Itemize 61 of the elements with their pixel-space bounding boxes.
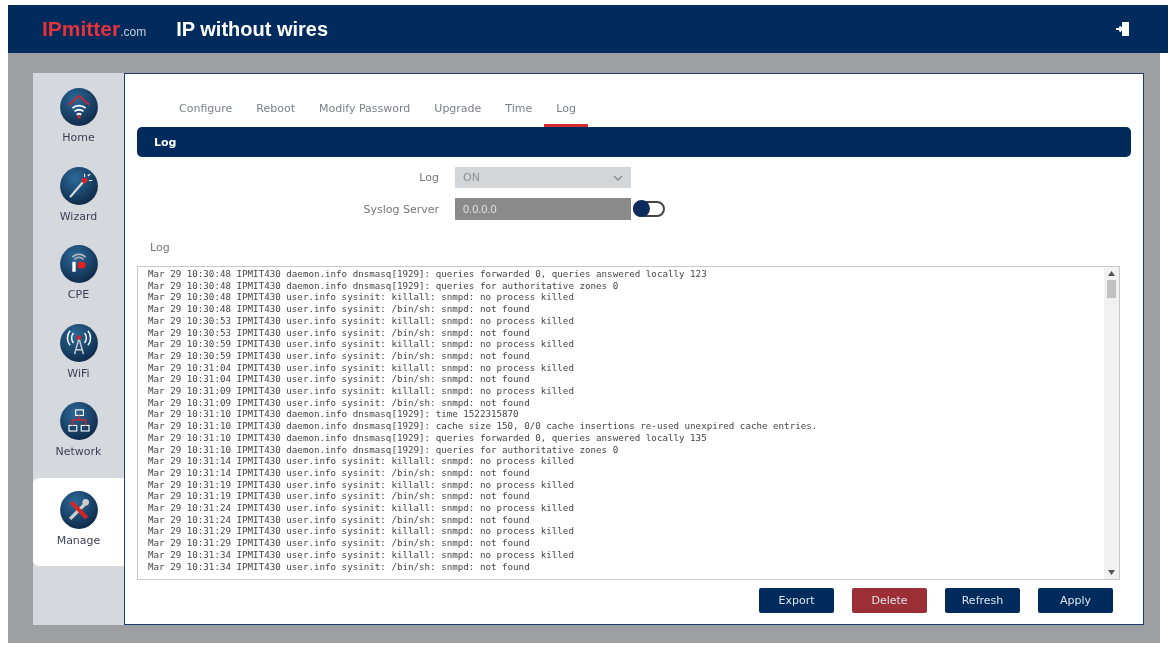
log-line: Mar 29 10:31:19 IPMIT430 user.info sysinit: /bin/sh: snmpd: not found [148, 490, 531, 503]
log-line: Mar 29 10:31:09 IPMIT430 user.info sysinit: killall: snmpd: no process killed [148, 385, 575, 397]
field-label: Syslog Server [362, 202, 440, 216]
scroll-up-icon[interactable] [1108, 271, 1115, 276]
tab[interactable]: Configure [167, 94, 245, 127]
log-line: Mar 29 10:30:59 IPMIT430 user.info sysinit: killall: snmpd: no process killed [148, 338, 575, 350]
log-line: Mar 29 10:31:24 IPMIT430 user.info sysinit: killall: snmpd: no process killed [148, 502, 575, 514]
log-line: Mar 29 10:31:10 IPMIT430 daemon.info dnsmasq[1929]: queries forwarded 0, queries answered locally 135 [148, 431, 708, 444]
log-line: Mar 29 10:31:14 IPMIT430 user.info sysinit: /bin/sh: snmpd: not found [148, 466, 531, 479]
home-icon [58, 87, 99, 127]
syslog-server-field[interactable]: 0.0.0.0 [455, 198, 631, 220]
logout-icon[interactable] [1116, 21, 1130, 37]
tab[interactable]: Modify Password [307, 94, 423, 127]
log-line: Mar 29 10:31:34 IPMIT430 user.info sysinit: /bin/sh: snmpd: not found [148, 560, 531, 573]
wand-icon [58, 165, 99, 206]
action-button[interactable]: Apply [1038, 588, 1113, 613]
sidebar-item[interactable]: Network [33, 399, 124, 478]
log-line: Mar 29 10:30:59 IPMIT430 user.info sysinit: /bin/sh: snmpd: not found [148, 349, 531, 362]
log-line: Mar 29 10:30:53 IPMIT430 user.info sysinit: /bin/sh: snmpd: not found [148, 326, 531, 339]
log-line: Mar 29 10:30:53 IPMIT430 user.info sysinit: killall: snmpd: no process killed [148, 314, 575, 327]
log-line: Mar 29 10:30:48 IPMIT430 daemon.info dnsmasq[1929]: queries for authoritative zones 0 [148, 279, 620, 292]
logo-icon [58, 244, 99, 284]
tools-icon [58, 489, 99, 530]
log-line: Mar 29 10:30:48 IPMIT430 user.info sysinit: killall: snmpd: no process killed [148, 291, 575, 304]
log-line: Mar 29 10:31:14 IPMIT430 user.info sysinit: killall: snmpd: no process killed [148, 455, 575, 467]
log-line: Mar 29 10:31:10 IPMIT430 daemon.info dnsmasq[1929]: cache size 150, 0/0 cache insertions re-used unexpired cache entries. [148, 420, 819, 432]
tagline: IP without wires [176, 17, 329, 41]
sidebar-item[interactable]: Wizard [33, 163, 124, 242]
sidebar-item[interactable]: Manage [33, 477, 124, 566]
logo: IPmitter.com [42, 17, 147, 41]
log-line: Mar 29 10:31:34 IPMIT430 user.info sysinit: killall: snmpd: no process killed [148, 548, 575, 561]
log-line: Mar 29 10:31:04 IPMIT430 user.info sysinit: killall: snmpd: no process killed [148, 361, 575, 374]
sidebar-item[interactable]: CPE [33, 242, 124, 321]
log-line: Mar 29 10:31:10 IPMIT430 daemon.info dnsmasq[1929]: time 1522315870 [148, 408, 520, 421]
tab[interactable]: Reboot [244, 94, 307, 127]
log-line: Mar 29 10:31:19 IPMIT430 user.info sysinit: killall: snmpd: no process killed [148, 478, 575, 491]
log-line: Mar 29 10:31:10 IPMIT430 daemon.info dnsmasq[1929]: queries for authoritative zones 0 [148, 443, 620, 456]
log-line: Mar 29 10:31:24 IPMIT430 user.info sysinit: /bin/sh: snmpd: not found [148, 513, 531, 526]
chevron-down-icon [613, 174, 623, 181]
action-button[interactable]: Export [759, 588, 834, 613]
log-line: Mar 29 10:31:04 IPMIT430 user.info sysinit: /bin/sh: snmpd: not found [148, 373, 531, 386]
action-button[interactable]: Refresh [945, 588, 1020, 613]
log-line: Mar 29 10:30:48 IPMIT430 daemon.info dnsmasq[1929]: queries forwarded 0, queries answered locally 123 [148, 268, 708, 280]
delete-button[interactable]: Delete [852, 588, 927, 613]
toggle-switch[interactable] [633, 201, 665, 217]
sidebar-item[interactable]: WiFi [33, 320, 124, 399]
network-icon [58, 401, 99, 441]
log-line: Mar 29 10:30:48 IPMIT430 user.info sysinit: /bin/sh: snmpd: not found [148, 303, 531, 315]
sidebar-item[interactable]: Home [33, 85, 124, 164]
scrollbar-thumb[interactable] [1107, 280, 1116, 298]
log-line: Mar 29 10:31:09 IPMIT430 user.info sysinit: /bin/sh: snmpd: not found [148, 396, 531, 409]
tab[interactable]: Upgrade [422, 94, 494, 127]
antenna-tower-icon [58, 322, 99, 363]
tab[interactable]: Time [493, 94, 545, 127]
section-header: Log [137, 127, 1131, 157]
log-line: Mar 29 10:31:29 IPMIT430 user.info sysinit: /bin/sh: snmpd: not found [148, 537, 531, 549]
field-label: Log [418, 171, 440, 184]
log-output[interactable] [137, 266, 1120, 580]
scroll-down-icon[interactable] [1108, 570, 1115, 575]
log-line: Mar 29 10:31:29 IPMIT430 user.info sysinit: killall: snmpd: no process killed [148, 525, 575, 538]
log-label: Log [149, 240, 170, 254]
